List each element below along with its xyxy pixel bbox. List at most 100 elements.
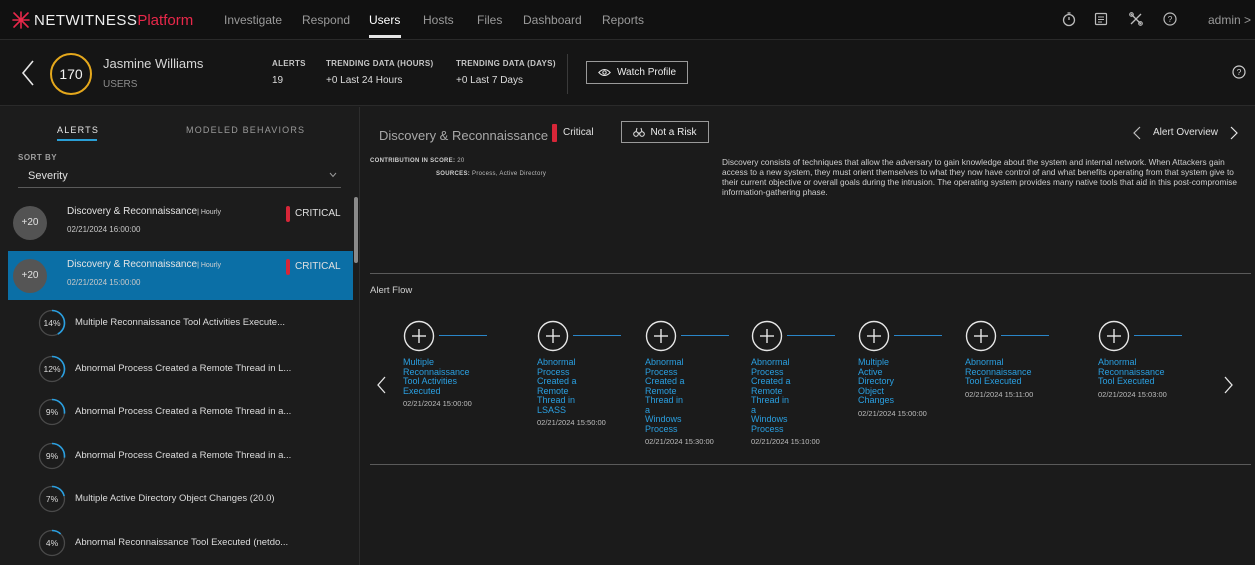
nav-files[interactable]: Files <box>477 13 502 27</box>
sources: SOURCES: Process, Active Directory <box>436 171 546 177</box>
nav-investigate[interactable]: Investigate <box>224 13 282 27</box>
watch-profile-button[interactable]: Watch Profile <box>586 61 688 84</box>
indicator-percent: 9% <box>46 451 59 461</box>
indicator-title: Abnormal Process Created a Remote Thread… <box>75 406 292 417</box>
indicator-list-item[interactable]: 14% Multiple Reconnaissance Tool Activiti… <box>38 309 348 337</box>
flow-title: Multiple Active Directory Object Changes <box>858 357 938 406</box>
contribution-score: CONTRIBUTION IN SCORE: 20 <box>370 158 465 164</box>
header-divider <box>567 54 568 94</box>
alerts-panel: ALERTS MODELED BEHAVIORS SORT BY Severit… <box>0 107 360 565</box>
nav-dashboard[interactable]: Dashboard <box>523 13 582 27</box>
flow-time: 02/21/2024 15:30:00 <box>645 437 714 446</box>
trend-days-label: TRENDING DATA (DAYS) <box>456 59 556 68</box>
indicator-list-item[interactable]: 9% Abnormal Process Created a Remote Thre… <box>38 398 348 426</box>
flow-time: 02/21/2024 15:00:00 <box>858 408 927 418</box>
indicator-percent: 4% <box>46 538 59 548</box>
nav-users[interactable]: Users <box>369 13 400 27</box>
alert-flow-item[interactable]: Multiple Reconnaissance Tool Activities Exe… <box>403 320 528 460</box>
alert-flow-item[interactable]: Abnormal Reconnaissance Tool Executed 02/21… <box>965 320 1090 460</box>
chevron-right-icon[interactable] <box>1229 125 1239 141</box>
plus-circle-icon[interactable] <box>751 320 783 352</box>
indicator-list-item[interactable]: 7% Multiple Active Directory Object Chang… <box>38 485 348 513</box>
alert-title: Discovery & Reconnaissance| Hourly <box>67 206 221 217</box>
flow-title-line: Executed <box>403 385 441 396</box>
alert-detail-panel: Discovery & Reconnaissance Critical Not … <box>361 107 1255 565</box>
plus-circle-icon[interactable] <box>403 320 435 352</box>
alert-frequency: | Hourly <box>197 209 222 216</box>
indicator-ring-icon: 14% <box>38 309 66 337</box>
plus-circle-icon[interactable] <box>858 320 890 352</box>
indicator-ring-icon: 9% <box>38 398 66 426</box>
plus-circle-icon[interactable] <box>965 320 997 352</box>
chevron-right-icon[interactable] <box>1223 375 1234 395</box>
indicator-list-item[interactable]: 9% Abnormal Process Created a Remote Thre… <box>38 442 348 470</box>
admin-menu[interactable]: admin > <box>1208 13 1251 27</box>
flow-title: Abnormal Reconnaissance Tool Executed <box>965 357 1045 387</box>
divider <box>370 464 1251 465</box>
nav-respond[interactable]: Respond <box>302 13 350 27</box>
svg-text:?: ? <box>1237 67 1242 77</box>
severity-indicator <box>552 124 557 142</box>
plus-circle-icon[interactable] <box>1098 320 1130 352</box>
not-a-risk-label: Not a Risk <box>650 126 697 138</box>
alert-list-item-selected[interactable]: +20 Discovery & Reconnaissance| Hourly 0… <box>8 251 353 300</box>
alert-overview-label[interactable]: Alert Overview <box>1153 127 1218 138</box>
notes-icon[interactable] <box>1092 10 1110 28</box>
alert-flow-item[interactable]: Abnormal Process Created a Remote Thread in L… <box>537 320 662 460</box>
indicator-ring-icon: 9% <box>38 442 66 470</box>
entity-name: Jasmine Williams <box>103 56 204 71</box>
help-icon[interactable]: ? <box>1231 64 1247 80</box>
flow-connector <box>573 335 621 336</box>
back-arrow-icon[interactable] <box>20 58 36 88</box>
indicator-list-item[interactable]: 4% Abnormal Reconnaissance Tool Executed … <box>38 529 348 557</box>
flow-title-line: Tool Executed <box>965 376 1022 386</box>
plus-circle-icon[interactable] <box>537 320 569 352</box>
sort-select-value: Severity <box>28 170 68 182</box>
alert-flow-item[interactable]: Abnormal Reconnaissance Tool Executed 02/21… <box>1098 320 1223 460</box>
indicator-title: Abnormal Process Created a Remote Thread… <box>75 450 292 461</box>
chevron-left-icon[interactable] <box>1132 125 1142 141</box>
entity-type: USERS <box>103 79 138 90</box>
alert-description: Discovery consists of techniques that al… <box>722 157 1237 197</box>
chevron-left-icon[interactable] <box>376 375 387 395</box>
alert-time: 02/21/2024 15:00:00 <box>67 278 141 287</box>
tab-alerts[interactable]: ALERTS <box>57 125 99 135</box>
flow-time: 02/21/2024 15:00:00 <box>403 399 472 408</box>
indicator-title: Multiple Reconnaissance Tool Activities … <box>75 317 285 328</box>
flow-title-line: Process <box>751 423 784 434</box>
brand-logo[interactable]: NETWITNESS Platform <box>12 11 193 29</box>
alert-frequency: | Hourly <box>197 262 222 269</box>
nav-hosts[interactable]: Hosts <box>423 13 454 27</box>
not-a-risk-button[interactable]: Not a Risk <box>621 121 709 143</box>
help-icon[interactable]: ? <box>1161 10 1179 28</box>
flow-time: 02/21/2024 15:11:00 <box>965 389 1034 399</box>
flow-connector <box>1001 335 1049 336</box>
watch-profile-label: Watch Profile <box>616 67 677 78</box>
indicator-list-item[interactable]: 12% Abnormal Process Created a Remote Thr… <box>38 355 348 383</box>
stopwatch-icon[interactable] <box>1060 10 1078 28</box>
sort-select[interactable]: Severity <box>18 166 341 188</box>
flow-title-line: Process <box>645 423 678 434</box>
eye-icon <box>598 69 611 76</box>
alert-title-text: Discovery & Reconnaissance <box>67 259 198 270</box>
plus-circle-icon[interactable] <box>645 320 677 352</box>
netwitness-logo-icon <box>12 11 30 29</box>
nav-active-indicator <box>369 35 401 38</box>
severity-label: CRITICAL <box>295 261 341 272</box>
tab-modeled-behaviors[interactable]: MODELED BEHAVIORS <box>186 125 305 135</box>
flow-connector <box>1134 335 1182 336</box>
alert-list-item[interactable]: +20 Discovery & Reconnaissance| Hourly 0… <box>8 198 353 247</box>
scrollbar[interactable] <box>354 197 358 263</box>
indicator-percent: 14% <box>43 318 60 328</box>
tools-icon[interactable] <box>1127 10 1145 28</box>
flow-connector <box>894 335 942 336</box>
nav-reports[interactable]: Reports <box>602 13 644 27</box>
flow-title: Abnormal Process Created a Remote Thread in a… <box>645 357 725 434</box>
indicator-ring-icon: 7% <box>38 485 66 513</box>
chevron-down-icon <box>329 172 337 178</box>
entity-score: 170 <box>50 53 92 95</box>
alert-title: Discovery & Reconnaissance| Hourly <box>67 259 221 270</box>
flow-title: Abnormal Process Created a Remote Thread in L… <box>537 357 617 415</box>
alert-time: 02/21/2024 16:00:00 <box>67 225 141 234</box>
indicator-percent: 12% <box>43 364 60 374</box>
